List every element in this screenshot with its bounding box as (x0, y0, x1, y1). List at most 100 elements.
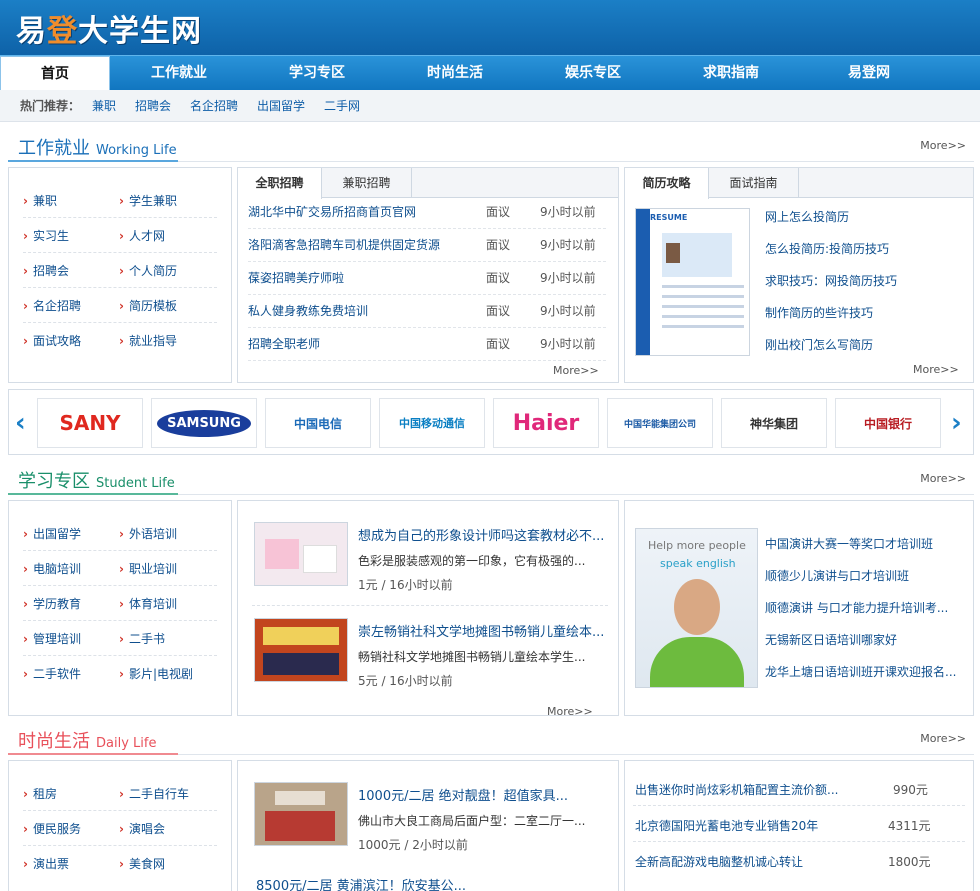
more-link[interactable]: More>> (920, 732, 966, 745)
chevron-left-icon[interactable]: ‹ (15, 408, 26, 438)
brand-logo-haier[interactable]: Haier (493, 398, 599, 448)
chevron-right-icon[interactable]: › (951, 408, 962, 438)
post-title[interactable]: 崇左畅销社科文学地摊图书畅销儿童绘本... (358, 621, 604, 640)
divider (23, 845, 217, 846)
post-title[interactable]: 1000元/二居 绝对靓盘！超值家具... (358, 785, 568, 804)
life-category-box: 租房 二手自行车 便民服务 演唱会 演出票 美食网 (8, 760, 232, 891)
category-link[interactable]: 招聘会 (23, 262, 69, 279)
category-link[interactable]: 租房 (23, 785, 57, 802)
divider (23, 655, 217, 656)
nav-home[interactable]: 首页 (0, 56, 110, 91)
category-link[interactable]: 就业指导 (119, 332, 177, 349)
job-row[interactable]: 招聘全职老师 面议 9小时以前 (248, 328, 606, 361)
english-link[interactable]: 顺德少儿演讲与口才培训班 (765, 567, 909, 584)
resume-link[interactable]: 刚出校门怎么写简历 (765, 336, 873, 353)
resume-link[interactable]: 求职技巧：网投简历技巧 (765, 272, 897, 289)
job-row[interactable]: 私人健身教练免费培训 面议 9小时以前 (248, 295, 606, 328)
more-link[interactable]: More>> (913, 363, 959, 376)
resume-link[interactable]: 制作简历的些许技巧 (765, 304, 873, 321)
main-nav: 首页 工作就业 学习专区 时尚生活 娱乐专区 求职指南 易登网 (0, 55, 980, 91)
hot-link[interactable]: 招聘会 (135, 90, 171, 122)
category-link[interactable]: 外语培训 (119, 525, 177, 542)
category-link[interactable]: 兼职 (23, 192, 57, 209)
item-link[interactable]: 北京德国阳光蓄电池专业销售20年 (635, 817, 818, 834)
divider (23, 217, 217, 218)
category-link[interactable]: 出国留学 (23, 525, 81, 542)
brand-logo-china-mobile[interactable]: 中国移动通信 (379, 398, 485, 448)
item-link[interactable]: 出售迷你时尚炫彩机箱配置主流价额... (635, 781, 838, 798)
nav-fashion[interactable]: 时尚生活 (386, 56, 524, 91)
category-link[interactable]: 个人简历 (119, 262, 177, 279)
brand-logo-shenhua[interactable]: 神华集团 (721, 398, 827, 448)
brand-logo-samsung[interactable]: SAMSUNG (151, 398, 257, 448)
category-link[interactable]: 实习生 (23, 227, 69, 244)
job-row[interactable]: 洛阳滴客急招聘车司机提供固定货源 面议 9小时以前 (248, 229, 606, 262)
resume-box: 简历攻略 面试指南 RESUME 网上怎么投简历 怎么投简历:投简历技巧 求职技… (624, 167, 974, 383)
more-link[interactable]: More>> (920, 472, 966, 485)
site-logo[interactable]: 易登大学生网 (16, 6, 202, 50)
hot-link[interactable]: 出国留学 (257, 90, 305, 122)
tab-resume-tips[interactable]: 简历攻略 (625, 168, 709, 199)
job-row[interactable]: 葆姿招聘美疗师啦 面议 9小时以前 (248, 262, 606, 295)
brand-logo-china-telecom[interactable]: 中国电信 (265, 398, 371, 448)
tab-parttime[interactable]: 兼职招聘 (322, 168, 412, 198)
work-category-box: 兼职 学生兼职 实习生 人才网 招聘会 个人简历 名企招聘 简历模板 面试攻略 … (8, 167, 232, 383)
english-link[interactable]: 龙华上塘日语培训班开课欢迎报名... (765, 663, 956, 680)
post-thumbnail[interactable] (254, 618, 348, 682)
hot-link[interactable]: 兼职 (92, 90, 116, 122)
brand-carousel: ‹ SANY SAMSUNG 中国电信 中国移动通信 Haier 中国华能集团公… (8, 389, 974, 455)
title-underline (8, 160, 178, 162)
more-link[interactable]: More>> (547, 705, 593, 718)
category-link[interactable]: 影片|电视剧 (119, 665, 193, 682)
tab-interview-guide[interactable]: 面试指南 (709, 168, 799, 198)
category-link[interactable]: 面试攻略 (23, 332, 81, 349)
resume-link[interactable]: 怎么投简历:投简历技巧 (765, 240, 889, 257)
category-link[interactable]: 二手自行车 (119, 785, 189, 802)
post-title[interactable]: 想成为自己的形象设计师吗这套教材必不... (358, 525, 604, 544)
category-link[interactable]: 体育培训 (119, 595, 177, 612)
category-link[interactable]: 名企招聘 (23, 297, 81, 314)
item-price: 4311元 (888, 819, 931, 833)
hot-link[interactable]: 二手网 (324, 90, 360, 122)
section-heading: 工作就业 Working Life (18, 138, 177, 159)
nav-entertainment[interactable]: 娱乐专区 (524, 56, 662, 91)
nav-job-guide[interactable]: 求职指南 (662, 56, 800, 91)
item-link[interactable]: 全新高配游戏电脑整机诚心转让 (635, 853, 803, 870)
nav-yideng[interactable]: 易登网 (800, 56, 938, 91)
job-row[interactable]: 湖北华中矿交易所招商首页官网 面议 9小时以前 (248, 196, 606, 229)
english-link[interactable]: 中国演讲大赛一等奖口才培训班 (765, 535, 933, 552)
category-link[interactable]: 职业培训 (119, 560, 177, 577)
post-thumbnail[interactable] (254, 522, 348, 586)
tab-fulltime[interactable]: 全职招聘 (238, 168, 322, 199)
post-thumbnail[interactable] (254, 782, 348, 846)
category-link[interactable]: 便民服务 (23, 820, 81, 837)
english-link[interactable]: 无锡新区日语培训哪家好 (765, 631, 897, 648)
category-link[interactable]: 学生兼职 (119, 192, 177, 209)
category-link[interactable]: 电脑培训 (23, 560, 81, 577)
category-link[interactable]: 二手软件 (23, 665, 81, 682)
category-link[interactable]: 管理培训 (23, 630, 81, 647)
brand-logo-sany[interactable]: SANY (37, 398, 143, 448)
post-title[interactable]: 8500元/二居 黄浦滨江！欣安基公... (256, 875, 466, 891)
english-ad-image[interactable]: Help more people speak english (635, 528, 758, 688)
category-link[interactable]: 演出票 (23, 855, 69, 872)
category-link[interactable]: 人才网 (119, 227, 165, 244)
category-link[interactable]: 演唱会 (119, 820, 165, 837)
category-link[interactable]: 二手书 (119, 630, 165, 647)
more-link[interactable]: More>> (920, 139, 966, 152)
category-link[interactable]: 简历模板 (119, 297, 177, 314)
post-meta: 5元 / 16小时以前 (358, 674, 453, 688)
resume-link[interactable]: 网上怎么投简历 (765, 208, 849, 225)
brand-logo-huaneng[interactable]: 中国华能集团公司 (607, 398, 713, 448)
nav-work[interactable]: 工作就业 (110, 56, 248, 91)
nav-study[interactable]: 学习专区 (248, 56, 386, 91)
brand-logo-bank-of-china[interactable]: 中国银行 (835, 398, 941, 448)
more-link[interactable]: More>> (553, 364, 599, 377)
item-price: 990元 (893, 783, 928, 797)
english-link[interactable]: 顺德演讲 与口才能力提升培训考... (765, 599, 948, 616)
resume-image[interactable]: RESUME (635, 208, 750, 356)
category-link[interactable]: 学历教育 (23, 595, 81, 612)
hot-link[interactable]: 名企招聘 (190, 90, 238, 122)
hot-recommend-bar: 热门推荐： 兼职 招聘会 名企招聘 出国留学 二手网 (0, 90, 980, 122)
category-link[interactable]: 美食网 (119, 855, 165, 872)
